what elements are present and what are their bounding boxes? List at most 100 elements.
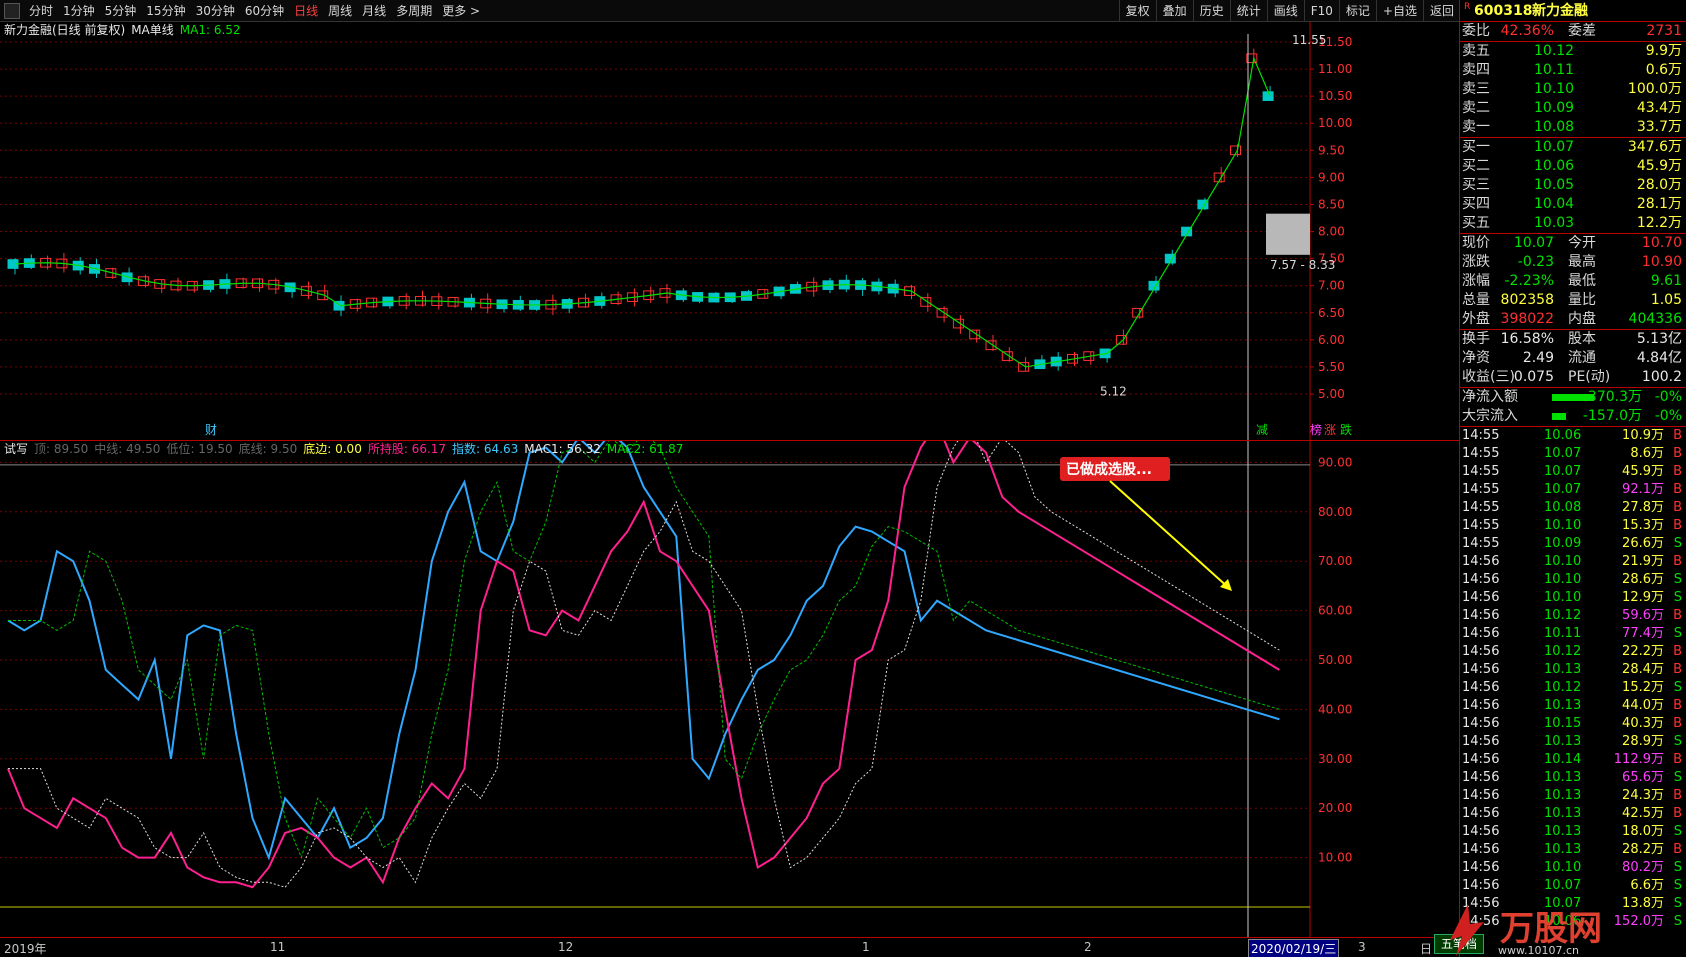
oscillator-chart[interactable]: 90.00 80.00 70.00 60.00 50.00 40.00 30.00 20.00… (0, 441, 1460, 937)
tick-volume: 28.6万 (1622, 572, 1664, 587)
stat-row: 换手 16.58% 股本 5.13亿 (1460, 330, 1686, 349)
stat-label: 收益(三) (1462, 369, 1515, 385)
level-volume: 0.6万 (1645, 62, 1682, 78)
tick-row: 14:56 10.14 112.9万 B (1460, 751, 1686, 769)
period-tab[interactable]: 日线 (289, 2, 323, 19)
tool-button[interactable]: 历史 (1192, 0, 1230, 22)
level-price: 10.06 (1534, 158, 1575, 174)
tick-price: 10.13 (1544, 734, 1582, 749)
tick-row: 14:56 10.10 80.2万 S (1460, 859, 1686, 877)
period-tab[interactable]: 多周期 (391, 2, 437, 19)
ma-label[interactable]: MA单线 (131, 22, 174, 38)
oscillator-legend: 试写 顶: 89.50 中线: 49.50 低位: 19.50 底线: 9.50… (4, 441, 683, 457)
stat-label: 换手 (1462, 331, 1490, 347)
tick-volume: 6.6万 (1630, 878, 1664, 893)
tick-direction: B (1673, 446, 1682, 461)
tick-volume: 45.9万 (1622, 464, 1664, 479)
stat-value: 398022 (1500, 311, 1554, 327)
ask-level-row[interactable]: 卖五 10.12 9.9万 (1460, 42, 1686, 61)
kline-chart[interactable]: 11.5011.0010.5010.009.509.008.508.007.50… (0, 22, 1460, 440)
price-tick-label: 9.50 (1318, 143, 1345, 157)
tick-price: 10.13 (1544, 842, 1582, 857)
ask-level-row[interactable]: 卖三 10.10 100.0万 (1460, 80, 1686, 99)
tick-time: 14:55 (1462, 464, 1500, 479)
tick-direction: B (1673, 788, 1682, 803)
tick-time: 14:56 (1462, 806, 1500, 821)
period-tab[interactable]: 15分钟 (141, 2, 190, 19)
stat-label: 量比 (1568, 292, 1596, 308)
kline-title: 新力金融(日线 前复权) (4, 23, 126, 37)
tick-time: 14:56 (1462, 824, 1500, 839)
bid-level-row[interactable]: 买二 10.06 45.9万 (1460, 157, 1686, 176)
bid-level-row[interactable]: 买五 10.03 12.2万 (1460, 214, 1686, 233)
tick-price: 10.10 (1544, 554, 1582, 569)
tick-list[interactable]: 14:55 10.06 10.9万 B 14:55 10.07 8.6万 B 14:… (1460, 426, 1686, 943)
tool-button[interactable]: 复权 (1118, 0, 1156, 22)
tick-row: 14:56 10.10 21.9万 B (1460, 553, 1686, 571)
tick-volume: 59.6万 (1622, 608, 1664, 623)
tool-button[interactable]: 统计 (1229, 0, 1267, 22)
stat-value: -2.23% (1504, 273, 1554, 289)
tick-time: 14:56 (1462, 662, 1500, 677)
tick-row: 14:55 10.07 92.1万 B (1460, 481, 1686, 499)
tick-direction: B (1673, 500, 1682, 515)
tick-price: 10.13 (1544, 770, 1582, 785)
period-tab[interactable]: 1分钟 (58, 2, 100, 19)
tool-button[interactable]: F10 (1303, 0, 1339, 22)
flow-label: 净流入额 (1462, 389, 1518, 405)
period-tab[interactable]: 分时 (24, 2, 58, 19)
mac1-value: MAC1: 56.32 (524, 442, 601, 456)
tool-button[interactable]: 返回 (1422, 0, 1460, 22)
tick-time: 14:56 (1462, 626, 1500, 641)
tick-volume: 28.4万 (1622, 662, 1664, 677)
stat-label: 净资 (1462, 350, 1490, 366)
date-axis: 2019年 11 12 1 2 2020/02/19/三 3 日 (0, 937, 1460, 957)
period-tab[interactable]: 5分钟 (100, 2, 142, 19)
ding-value: 顶: 89.50 (34, 442, 89, 456)
tick-row: 14:56 10.13 28.4万 B (1460, 661, 1686, 679)
level-price: 10.05 (1534, 177, 1575, 193)
tick-direction: S (1673, 878, 1682, 893)
bid-level-row[interactable]: 买一 10.07 347.6万 (1460, 138, 1686, 157)
flow-label: 大宗流入 (1462, 408, 1518, 424)
dixian-value: 底线: 9.50 (238, 442, 298, 456)
tick-direction: B (1673, 716, 1682, 731)
period-tab[interactable]: 周线 (323, 2, 357, 19)
tool-button[interactable]: 画线 (1266, 0, 1304, 22)
marker-cai: 财 (205, 423, 217, 437)
ask-level-row[interactable]: 卖四 10.11 0.6万 (1460, 61, 1686, 80)
stat-row: 收益(三) 0.075 PE(动) 100.2 (1460, 368, 1686, 387)
tick-row: 14:55 10.07 45.9万 B (1460, 463, 1686, 481)
stock-name: 新力金融 (1532, 3, 1588, 19)
mac2-value: MAC2: 61.87 (606, 442, 684, 456)
indicator-name[interactable]: 试写 (4, 441, 28, 457)
tool-button[interactable]: 叠加 (1155, 0, 1193, 22)
tool-button[interactable]: 标记 (1338, 0, 1376, 22)
period-tab[interactable]: 月线 (357, 2, 391, 19)
stat-row: 净资 2.49 流通 4.84亿 (1460, 349, 1686, 368)
period-tab[interactable]: 更多 > (437, 2, 485, 19)
level-price: 10.08 (1534, 119, 1575, 135)
bid-level-row[interactable]: 买三 10.05 28.0万 (1460, 176, 1686, 195)
stat-row: 总量 802358 量比 1.05 (1460, 291, 1686, 310)
tab-wubidang[interactable]: 五笔档 (1434, 934, 1485, 954)
level-label: 买二 (1462, 158, 1490, 174)
level-price: 10.10 (1534, 81, 1575, 97)
tick-row: 14:56 10.12 15.2万 S (1460, 679, 1686, 697)
osc-tick-label: 70.00 (1318, 554, 1352, 568)
stat-value: 5.13亿 (1636, 331, 1682, 347)
tick-row: 14:56 10.06 152.0万 S (1460, 913, 1686, 931)
tick-price: 10.06 (1544, 428, 1582, 443)
period-tab[interactable]: 60分钟 (240, 2, 289, 19)
ask-level-row[interactable]: 卖一 10.08 33.7万 (1460, 118, 1686, 137)
stat-value: 16.58% (1500, 331, 1554, 347)
flow-row: 净流入额 -370.3万 -0% (1460, 388, 1686, 407)
tool-button[interactable]: +自选 (1375, 0, 1423, 22)
bid-level-row[interactable]: 买四 10.04 28.1万 (1460, 195, 1686, 214)
tick-price: 10.10 (1544, 860, 1582, 875)
stat-value: 10.70 (1641, 235, 1682, 251)
period-tab[interactable]: 30分钟 (191, 2, 240, 19)
ask-level-row[interactable]: 卖二 10.09 43.4万 (1460, 99, 1686, 118)
tick-price: 10.13 (1544, 788, 1582, 803)
level-volume: 45.9万 (1636, 158, 1682, 174)
